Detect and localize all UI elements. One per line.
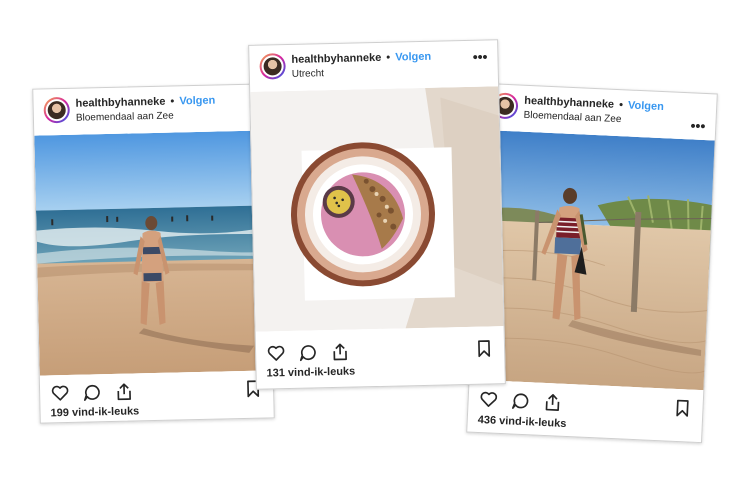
post-user-line: healthbyhanneke • Volgen — [75, 95, 215, 110]
separator-dot: • — [618, 99, 624, 112]
post-actions — [50, 379, 263, 404]
likes-count[interactable]: 131 vind-ik-leuks — [266, 366, 355, 380]
avatar[interactable] — [259, 53, 286, 80]
bookmark-icon[interactable] — [474, 338, 494, 358]
likes-count[interactable]: 199 vind-ik-leuks — [50, 405, 139, 419]
post-photo[interactable] — [250, 86, 504, 332]
username[interactable]: healthbyhanneke — [524, 95, 614, 111]
username[interactable]: healthbyhanneke — [291, 52, 381, 66]
comment-icon[interactable] — [298, 342, 318, 362]
location-label[interactable]: Bloemendaal aan Zee — [523, 110, 621, 125]
smoothie-photo-image — [250, 86, 504, 332]
follow-button[interactable]: Volgen — [395, 51, 431, 64]
share-icon[interactable] — [330, 342, 350, 362]
separator-dot: • — [386, 51, 391, 64]
more-options-icon[interactable]: ••• — [690, 117, 705, 134]
post-photo[interactable] — [469, 129, 715, 391]
post-header: healthbyhanneke • Volgen Utrecht ••• — [249, 40, 498, 92]
comment-icon[interactable] — [82, 382, 102, 402]
post-photo[interactable] — [34, 130, 273, 376]
heart-icon[interactable] — [266, 343, 286, 363]
bookmark-icon[interactable] — [672, 398, 693, 419]
location-label[interactable]: Utrecht — [292, 68, 324, 80]
location-label[interactable]: Bloemendaal aan Zee — [76, 111, 174, 124]
share-icon[interactable] — [542, 392, 563, 413]
instagram-post-smoothie: healthbyhanneke • Volgen Utrecht ••• 131… — [248, 39, 506, 390]
instagram-post-beach: healthbyhanneke • Volgen Bloemendaal aan… — [32, 83, 275, 424]
comment-icon[interactable] — [510, 390, 531, 411]
heart-icon[interactable] — [478, 389, 499, 410]
username[interactable]: healthbyhanneke — [75, 96, 165, 110]
separator-dot: • — [170, 95, 175, 108]
beach-photo-image — [34, 130, 273, 376]
follow-button[interactable]: Volgen — [628, 99, 664, 113]
heart-icon[interactable] — [50, 383, 70, 403]
likes-count[interactable]: 436 vind-ik-leuks — [477, 414, 566, 430]
more-options-icon[interactable]: ••• — [473, 48, 488, 64]
post-user-line: healthbyhanneke • Volgen — [291, 51, 431, 66]
instagram-post-dunes: healthbyhanneke • Volgen Bloemendaal aan… — [466, 82, 718, 444]
post-actions — [266, 338, 494, 363]
post-header: healthbyhanneke • Volgen Bloemendaal aan… — [33, 84, 267, 135]
dunes-photo-image — [469, 129, 715, 391]
post-actions — [478, 389, 693, 419]
share-icon[interactable] — [114, 381, 134, 401]
follow-button[interactable]: Volgen — [179, 95, 215, 108]
avatar[interactable] — [43, 96, 71, 124]
